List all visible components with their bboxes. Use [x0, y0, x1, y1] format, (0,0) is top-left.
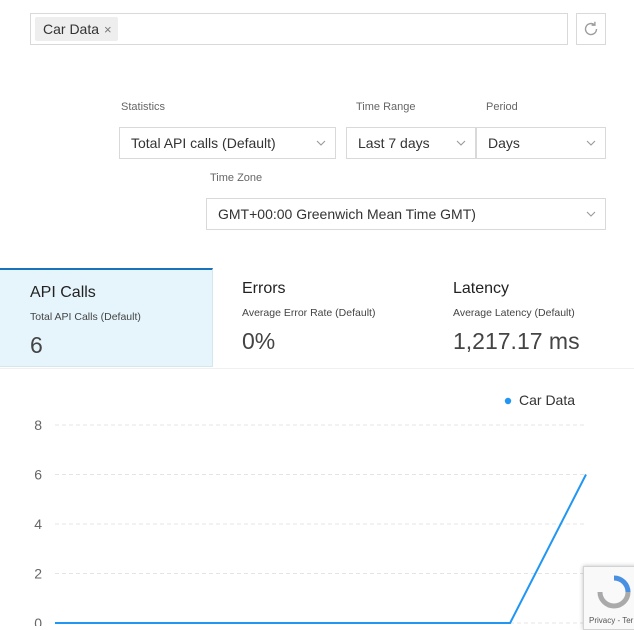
- tab-title: Latency: [453, 280, 510, 297]
- close-icon[interactable]: ×: [104, 22, 112, 37]
- recaptcha-badge[interactable]: Privacy - Ter: [583, 566, 634, 630]
- tab-api-calls[interactable]: API Calls Total API Calls (Default) 6: [0, 268, 213, 367]
- tab-errors[interactable]: Errors Average Error Rate (Default) 0%: [212, 268, 424, 367]
- chevron-down-icon: [586, 140, 596, 146]
- series-line-car-data: [55, 474, 587, 624]
- tab-subtitle: Average Latency (Default): [453, 307, 575, 319]
- time-zone-select[interactable]: GMT+00:00 Greenwich Mean Time GMT): [206, 198, 606, 230]
- tab-subtitle: Average Error Rate (Default): [242, 307, 376, 319]
- recaptcha-privacy-link[interactable]: Privacy - Ter: [589, 616, 633, 625]
- chevron-down-icon: [316, 140, 326, 146]
- chevron-down-icon: [456, 140, 466, 146]
- chevron-down-icon: [586, 211, 596, 217]
- statistics-select[interactable]: Total API calls (Default): [119, 127, 336, 159]
- period-value: Days: [488, 135, 520, 151]
- legend-label[interactable]: Car Data: [519, 392, 575, 408]
- y-tick-label: 0: [34, 615, 42, 626]
- y-tick-label: 6: [34, 467, 42, 483]
- y-tick-label: 8: [34, 417, 42, 433]
- period-label: Period: [486, 101, 518, 113]
- refresh-button[interactable]: [576, 13, 606, 45]
- tab-title: API Calls: [30, 284, 96, 301]
- y-tick-label: 2: [34, 566, 42, 582]
- refresh-icon: [584, 21, 598, 36]
- filter-bar[interactable]: Car Data ×: [30, 13, 568, 45]
- time-zone-value: GMT+00:00 Greenwich Mean Time GMT): [218, 206, 476, 222]
- period-select[interactable]: Days: [476, 127, 606, 159]
- statistics-label: Statistics: [121, 101, 166, 113]
- api-calls-chart: 0 2 4 6 8 Car Data: [0, 368, 634, 626]
- y-tick-label: 4: [34, 516, 42, 532]
- time-range-select[interactable]: Last 7 days: [346, 127, 476, 159]
- tab-title: Errors: [242, 280, 286, 297]
- tab-value: 0%: [242, 328, 276, 354]
- time-range-value: Last 7 days: [358, 135, 430, 151]
- filter-chip: Car Data ×: [35, 17, 118, 41]
- tab-subtitle: Total API Calls (Default): [30, 311, 141, 323]
- statistics-value: Total API calls (Default): [131, 135, 276, 151]
- tab-value: 6: [30, 332, 43, 358]
- tab-value: 1,217.17 ms: [453, 328, 580, 354]
- filter-chip-label: Car Data: [43, 21, 100, 37]
- legend-marker: [504, 397, 512, 405]
- time-zone-label: Time Zone: [210, 172, 263, 184]
- recaptcha-icon: [597, 575, 631, 609]
- time-range-label: Time Range: [356, 101, 416, 113]
- tab-latency[interactable]: Latency Average Latency (Default) 1,217.…: [423, 268, 634, 367]
